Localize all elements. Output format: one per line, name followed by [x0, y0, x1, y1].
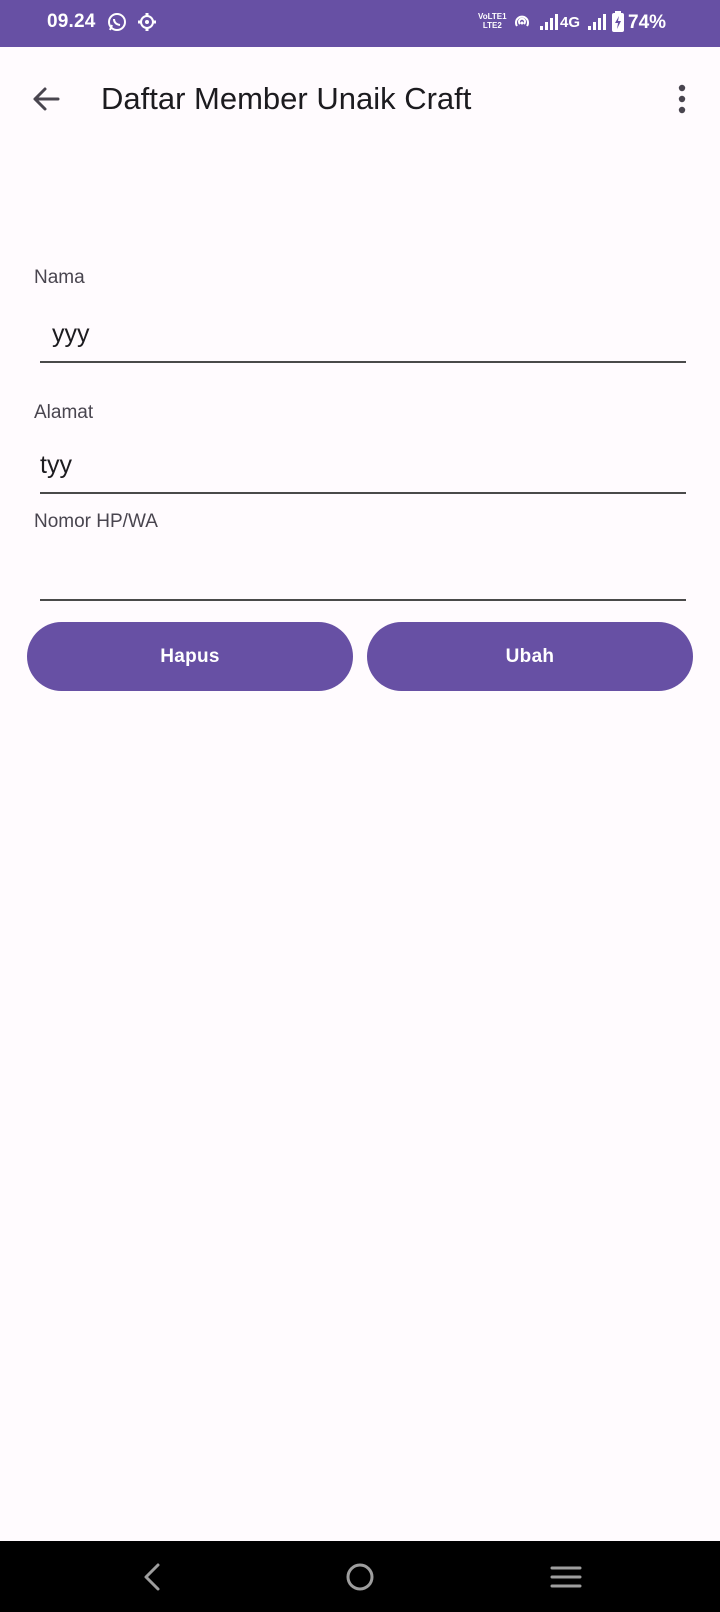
- whatsapp-icon: [105, 10, 129, 34]
- status-bar: 09.24 VoLTE1 LTE2 4G 74%: [0, 0, 720, 47]
- volte-indicator: VoLTE1 LTE2: [478, 12, 507, 30]
- nav-home-button[interactable]: [334, 1551, 386, 1603]
- nomor-label: Nomor HP/WA: [34, 511, 158, 532]
- nama-label: Nama: [34, 267, 85, 288]
- overflow-menu-button[interactable]: [658, 75, 706, 123]
- nav-back-icon: [144, 1563, 160, 1591]
- page-title: Daftar Member Unaik Craft: [101, 81, 472, 116]
- back-button[interactable]: [22, 75, 70, 123]
- status-indicators: VoLTE1 LTE2 4G 74%: [460, 0, 720, 47]
- battery-percent: 74%: [628, 12, 667, 33]
- nav-home-icon: [346, 1563, 374, 1591]
- status-time: 09.24: [47, 11, 96, 32]
- alamat-label: Alamat: [34, 402, 94, 423]
- signal-2-icon: [584, 10, 608, 34]
- hapus-button[interactable]: Hapus: [27, 622, 353, 691]
- nav-menu-icon: [550, 1566, 582, 1588]
- hotspot-icon: [510, 10, 534, 34]
- app-bar: Daftar Member Unaik Craft: [0, 47, 720, 157]
- settings-gear-icon: [135, 10, 159, 34]
- signal-1-icon: [536, 10, 560, 34]
- ubah-button[interactable]: Ubah: [367, 622, 693, 691]
- nav-menu-button[interactable]: [540, 1551, 592, 1603]
- nomor-input[interactable]: [40, 545, 686, 601]
- nama-input[interactable]: [40, 307, 686, 363]
- nav-back-button[interactable]: [126, 1551, 178, 1603]
- alamat-input[interactable]: [40, 438, 686, 494]
- volte-line1: VoLTE1: [478, 12, 507, 21]
- volte-line2: LTE2: [482, 21, 502, 30]
- network-type: 4G: [560, 14, 581, 31]
- arrow-back-icon: [33, 87, 60, 111]
- battery-charging-icon: [606, 10, 630, 34]
- system-nav-bar: [0, 1541, 720, 1612]
- more-vert-icon: [678, 84, 686, 114]
